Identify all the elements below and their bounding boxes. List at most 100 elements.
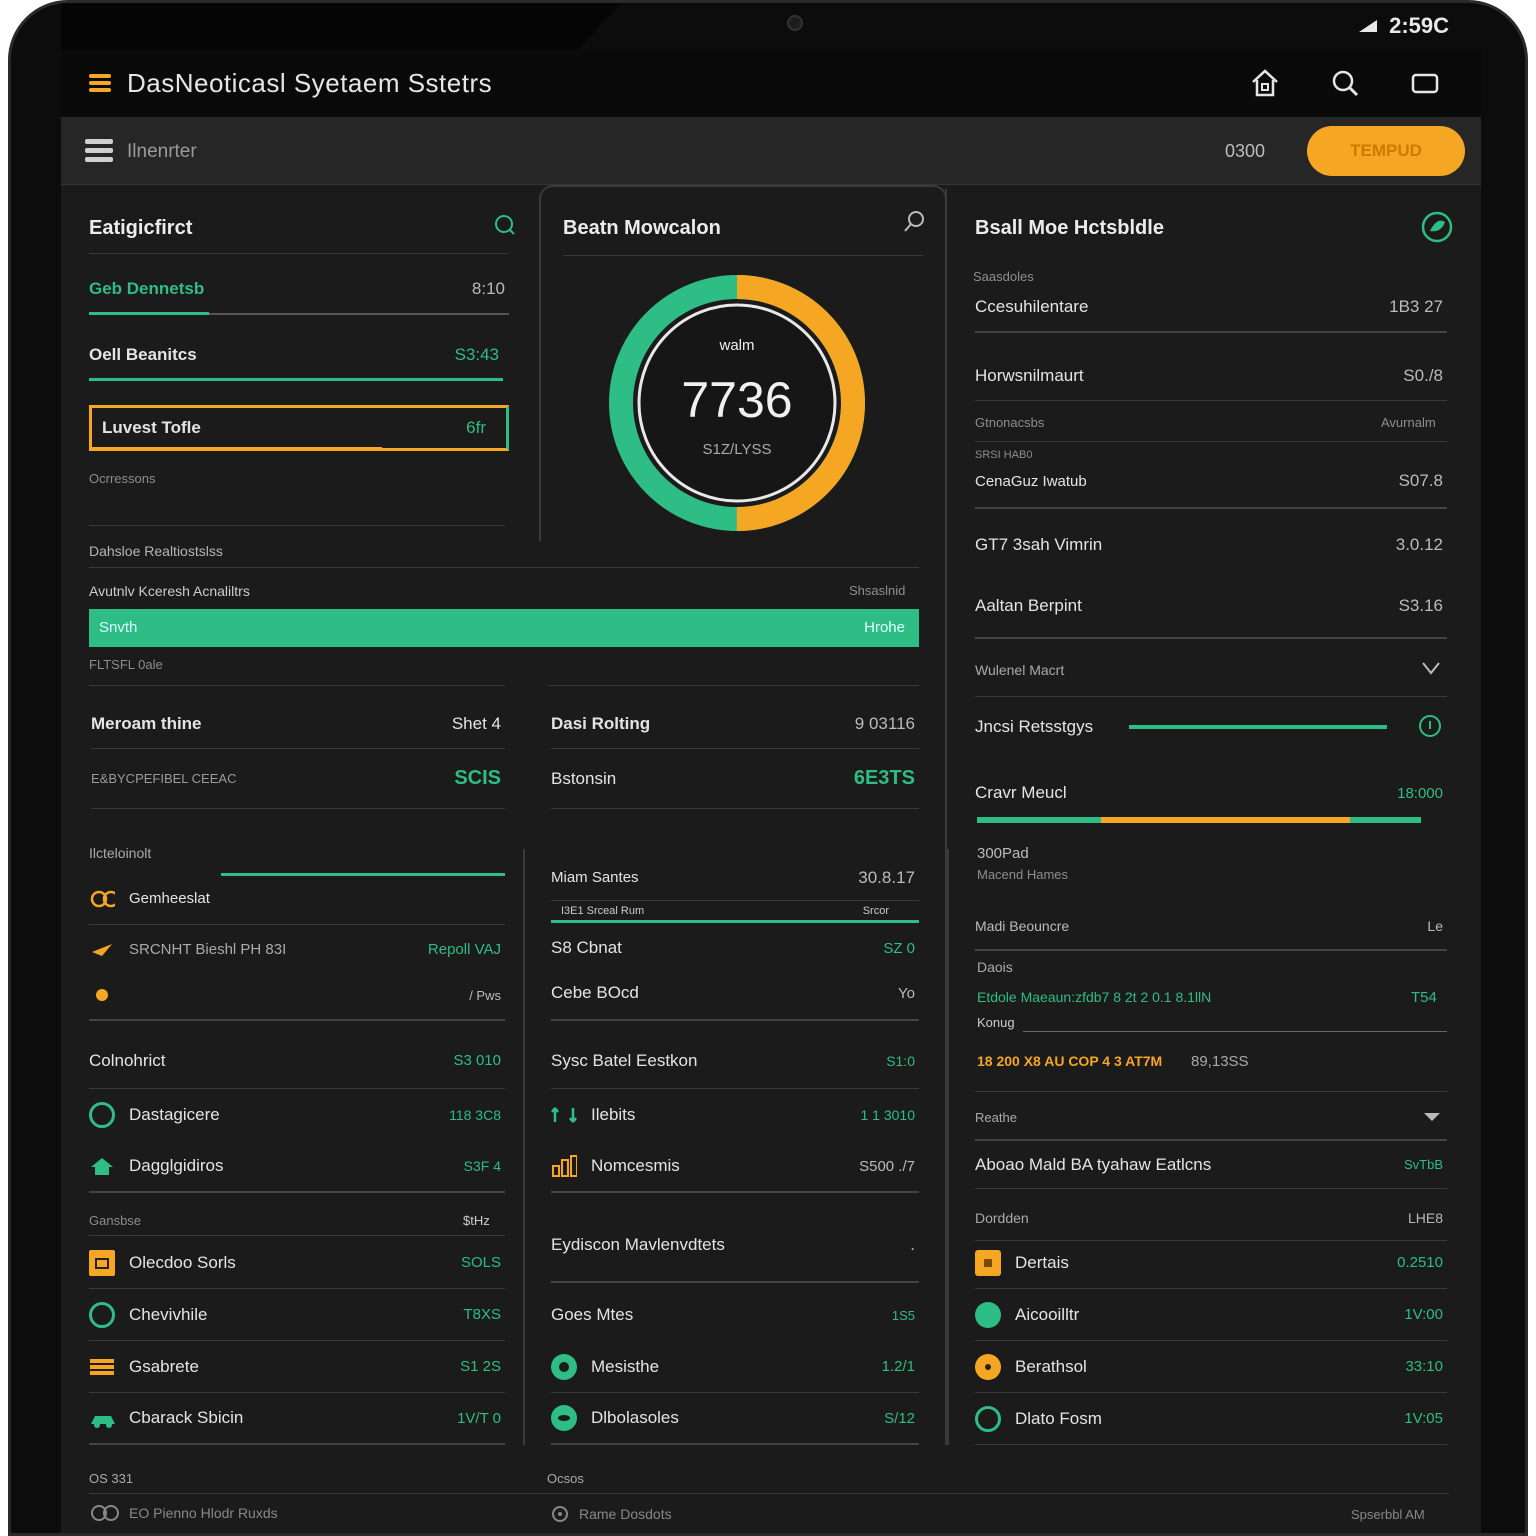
row-label: Cravr Meucl [975,783,1067,802]
list-item[interactable]: Cbarack Sbicin 1V/T 0 [89,1393,505,1445]
row-value: 30.8.17 [858,867,915,887]
leaf-icon[interactable] [1421,211,1453,243]
right-mixed-value: T54 [1411,989,1437,1006]
primary-button[interactable]: TEMPUD [1307,126,1465,176]
left-row[interactable]: Oell Beanitcs S3:43 [89,331,503,381]
right-row[interactable]: CenaGuz Iwatub S07.8 [975,455,1447,509]
row-label: Dordden [975,1209,1029,1226]
right-sub1: 300Pad [977,845,1029,862]
list-item[interactable]: Nomcesmis S500 ./7 [551,1141,919,1193]
midsec-row[interactable]: Meroam thine Shet 4 [91,699,505,749]
footer-mid[interactable]: Rame Dosdots [551,1505,672,1523]
list-item[interactable]: Ilebits 1 1 3010 [551,1091,919,1139]
camera [787,15,803,31]
chevron-down-icon[interactable] [1421,661,1441,675]
right-panel-title: Bsall Moe Hctsbldle [975,217,1164,239]
row-label: SRCNHT Bieshl PH 83I [129,940,287,958]
search-icon[interactable] [1329,67,1361,99]
list-item[interactable]: Dlbolasoles S/12 [551,1393,919,1445]
section-header[interactable]: Goes Mtes 1S5 [551,1287,919,1343]
row-value: 1B3 27 [1389,297,1443,316]
right-row[interactable]: Aboao Mald BA tyahaw Eatlcns SvTbB [975,1141,1447,1189]
row-label: Aboao Mald BA tyahaw Eatlcns [975,1154,1212,1174]
window-icon[interactable] [1409,67,1441,99]
row-value: 6fr [466,418,486,437]
slider-track[interactable] [1129,725,1387,729]
row-label: Cbarack Sbicin [129,1408,244,1427]
right-row[interactable]: Horwsnilmaurt S0./8 [975,351,1447,401]
refresh-icon [975,1405,1001,1432]
list-item[interactable]: Berathsol 33:10 [975,1341,1447,1393]
row-label: Oell Beanitcs [89,344,197,364]
row-value: S3F 4 [463,1158,501,1174]
midsec-row[interactable]: Dasi Rolting 9 03116 [551,699,919,749]
list-item[interactable]: Dastagicere 118 3C8 [89,1091,505,1139]
search-icon[interactable] [493,213,517,237]
row-value: T8XS [463,1306,501,1323]
left-panel-title: Eatigicfirct [89,217,193,239]
row-label: Madi Beouncre [975,918,1070,934]
circle-icon[interactable] [1417,713,1443,739]
middle-panel-title: Beatn Mowcalon [563,217,721,239]
progress-fill [89,609,919,647]
row-label: Meroam thine [91,713,202,733]
search-icon[interactable] [901,209,927,235]
right-row[interactable]: Madi Beouncre Le [975,903,1447,951]
right-dropdown[interactable]: Wulenel Macrt [975,643,1447,697]
footer-right[interactable]: Spserbbl AM [1351,1507,1425,1522]
gauge-value: 7736 [681,372,793,428]
midsec-row[interactable]: E&BYCPEFIBEL CEEAC SCIS [91,749,505,809]
section-header[interactable]: Sysc Batel Eestkon S1:0 [551,1033,919,1089]
title-bar: DasNeoticasl Syetaem Sstetrs [61,49,1481,117]
list-item[interactable]: Chevivhile T8XS [89,1289,505,1341]
refresh-icon [89,1102,115,1128]
row-value: 0.2510 [1397,1254,1443,1271]
list-item[interactable]: Gsabrete S1 2S [89,1341,505,1393]
right-row[interactable]: Ccesuhilentare 1B3 27 [975,283,1447,333]
row-label: Dastagicere [129,1105,220,1124]
list-item[interactable]: Gemheeslat [89,873,505,925]
right-row[interactable]: Dordden LHE8 [975,1195,1447,1241]
list-item[interactable]: Aicooilltr 1V:00 [975,1289,1447,1341]
left-highlight-row[interactable]: Luvest Tofle 6fr [89,405,509,451]
list-item[interactable]: SRCNHT Bieshl PH 83I Repoll VAJ [89,923,505,975]
row-value: LHE8 [1407,1209,1443,1226]
home-icon[interactable] [1249,67,1281,99]
list-item[interactable]: Olecdoo Sorls SOLS [89,1237,505,1289]
progress-bar[interactable]: Snvth Hrohe [89,609,919,647]
left-row[interactable]: Geb Dennetsb 8:10 [89,265,509,315]
subbar-right: Srcor [862,905,889,917]
list-item[interactable]: Dagglgidiros S3F 4 [89,1141,505,1193]
dropdown-label: Wulenel Macrt [975,661,1065,678]
row-label: Reathe [975,1109,1017,1125]
plane-icon [89,936,115,962]
toolbar: Ilnenrter 0300 TEMPUD [61,117,1481,185]
midsec-row[interactable]: Bstonsin 6E3TS [551,749,919,809]
lower-mid-subbar[interactable]: I3E1 Srceal Rum Srcor [551,905,919,923]
right-slider-row[interactable]: Jncsi Retsstgys [975,701,1447,753]
caret-down-icon[interactable] [1423,1111,1441,1123]
right-row[interactable]: Aaltan Berpint S3.16 [975,575,1447,639]
section-header[interactable]: Colnohrict S3 010 [89,1033,505,1089]
lower-mid-header[interactable]: Miam Santes 30.8.17 [551,855,919,901]
list-item[interactable]: Dertais 0.2510 [975,1237,1447,1289]
menu-icon[interactable] [85,139,113,163]
footer-left[interactable]: EO Pienno Hlodr Ruxds [89,1503,278,1523]
list-item[interactable]: Cebe BOcd Yo [551,967,919,1021]
multi-progress-bar [977,817,1421,823]
right-sub: Saasdoles [973,269,1034,284]
list-item[interactable]: Eydiscon Mavlenvdtets . [551,1209,919,1283]
right-row[interactable]: GT7 3sah Vimrin 3.0.12 [975,515,1447,575]
list-item[interactable]: Mesisthe 1.2/1 [551,1341,919,1393]
right-row[interactable]: Cravr Meucl 18:000 [975,769,1447,817]
list-item[interactable]: Dlato Fosm 1V:05 [975,1393,1447,1445]
right-collapsible[interactable]: Reathe [975,1095,1447,1141]
top-actions [1249,67,1441,99]
row-value: 118 3C8 [449,1107,501,1123]
row-value: S1 2S [460,1358,501,1375]
row-value: Repoll VAJ [427,940,501,958]
list-item[interactable]: / Pws [89,971,505,1021]
row-label: Berathsol [1015,1356,1087,1376]
list-item[interactable]: S8 Cbnat SZ 0 [551,925,919,971]
footer-mid-label: Rame Dosdots [579,1506,672,1522]
